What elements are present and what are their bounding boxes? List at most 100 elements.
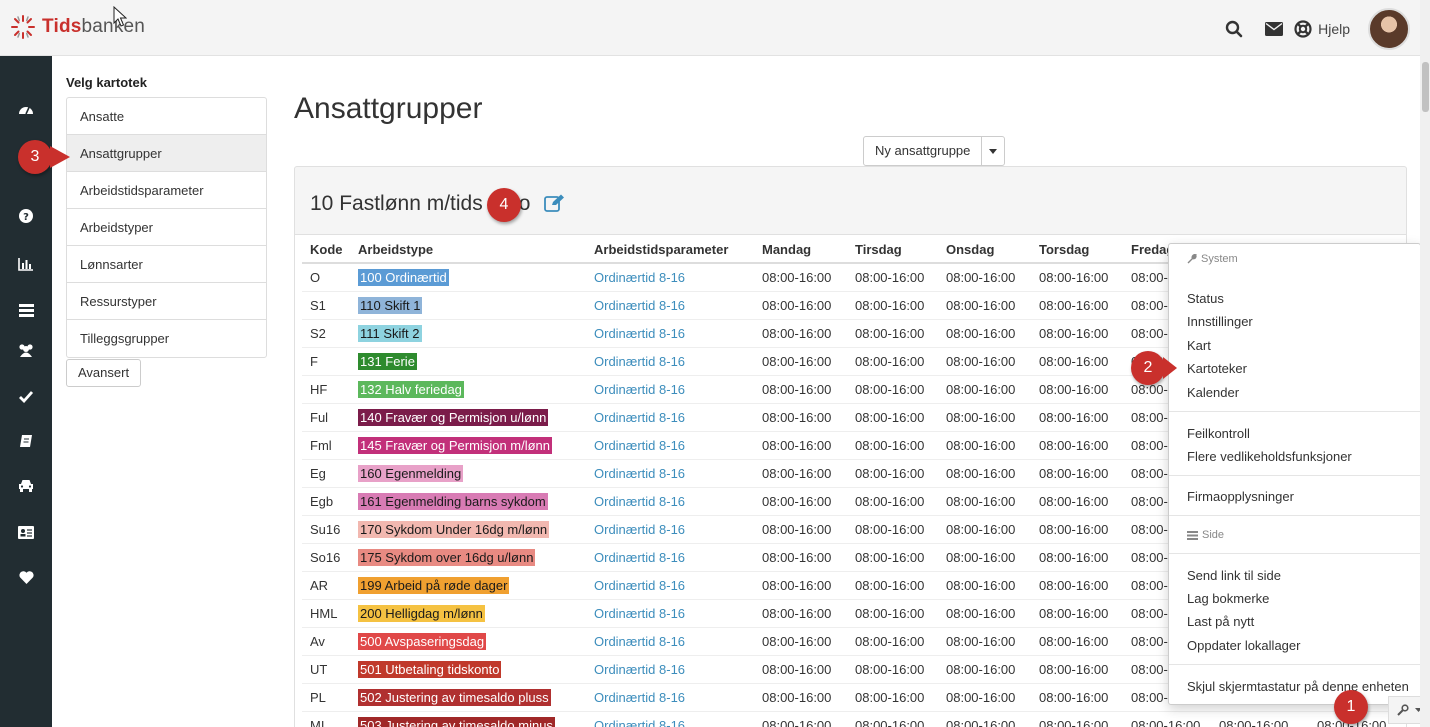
tools-dropdown-menu: System Status Innstillinger Kart Kartote… xyxy=(1168,243,1421,705)
cell-arbeidstidsparameter-link[interactable]: Ordinærtid 8-16 xyxy=(586,262,754,291)
menu-item-feilkontroll[interactable]: Feilkontroll xyxy=(1187,426,1250,441)
cell-time: 08:00-16:00 xyxy=(847,542,938,571)
id-card-icon[interactable] xyxy=(0,514,52,550)
cell-kode: HML xyxy=(302,598,350,627)
cell-time: 08:00-16:00 xyxy=(847,486,938,515)
arbeidstype-tag: 175 Sykdom over 16dg u/lønn xyxy=(358,548,536,566)
cell-time: 08:00-16:00 xyxy=(754,458,847,487)
envelope-icon[interactable] xyxy=(1254,9,1294,49)
cell-arbeidstidsparameter-link[interactable]: Ordinærtid 8-16 xyxy=(586,626,754,655)
kartotek-item-arbeidstyper[interactable]: Arbeidstyper xyxy=(67,209,266,246)
cell-time: 08:00-16:00 xyxy=(847,654,938,683)
menu-item-skjul-skjermtastatur[interactable]: Skjul skjermtastatur på denne enheten xyxy=(1187,679,1409,694)
menu-item-flere-vedlikehold[interactable]: Flere vedlikeholdsfunksjoner xyxy=(1187,449,1352,464)
cell-time: 08:00-16:00 xyxy=(938,626,1031,655)
arbeidstype-tag: 501 Utbetaling tidskonto xyxy=(358,660,502,678)
col-header-kode[interactable]: Kode xyxy=(302,236,350,264)
kartotek-item-ansatte[interactable]: Ansatte xyxy=(67,98,266,135)
cell-time: 08:00-16:00 xyxy=(1031,654,1123,683)
cell-arbeidstidsparameter-link[interactable]: Ordinærtid 8-16 xyxy=(586,682,754,711)
cell-kode: Egb xyxy=(302,486,350,515)
col-header-tirsdag[interactable]: Tirsdag xyxy=(847,236,938,264)
top-actions: Hjelp xyxy=(1214,8,1410,50)
help-link[interactable]: Hjelp xyxy=(1294,20,1350,38)
col-header-torsdag[interactable]: Torsdag xyxy=(1031,236,1123,264)
arbeidstype-tag: 161 Egenmelding barns sykdom xyxy=(358,492,548,510)
table-row[interactable]: MI 503 Justering av timesaldo minus Ordinæ… xyxy=(302,710,1389,727)
cell-arbeidstidsparameter-link[interactable]: Ordinærtid 8-16 xyxy=(586,598,754,627)
menu-item-lag-bokmerke[interactable]: Lag bokmerke xyxy=(1187,591,1269,606)
cell-time: 08:00-16:00 xyxy=(1031,430,1123,459)
cell-arbeidstype: 111 Skift 2 xyxy=(350,318,586,347)
kartotek-item-ansattgrupper[interactable]: Ansattgrupper xyxy=(67,135,266,172)
cell-time: 08:00-16:00 xyxy=(1031,514,1123,543)
book-icon[interactable] xyxy=(0,423,52,459)
bar-chart-icon[interactable] xyxy=(0,246,52,282)
cell-time: 08:00-16:00 xyxy=(754,598,847,627)
kartotek-item-arbeidstidsparameter[interactable]: Arbeidstidsparameter xyxy=(67,172,266,209)
kartotek-item-lonnsarter[interactable]: Lønnsarter xyxy=(67,246,266,283)
heart-icon[interactable] xyxy=(0,559,52,595)
cell-time: 08:00-16:00 xyxy=(754,430,847,459)
col-header-arbeidstidsparameter[interactable]: Arbeidstidsparameter xyxy=(586,236,754,264)
page-title: Ansattgrupper xyxy=(294,92,483,125)
cell-time: 08:00-16:00 xyxy=(938,486,1031,515)
menu-item-kalender[interactable]: Kalender xyxy=(1187,385,1239,400)
cell-time: 08:00-16:00 xyxy=(938,570,1031,599)
cell-arbeidstidsparameter-link[interactable]: Ordinærtid 8-16 xyxy=(586,514,754,543)
cell-arbeidstidsparameter-link[interactable]: Ordinærtid 8-16 xyxy=(586,458,754,487)
menu-item-oppdater-lokallager[interactable]: Oppdater lokallager xyxy=(1187,638,1300,653)
menu-item-send-link[interactable]: Send link til side xyxy=(1187,568,1281,583)
cell-arbeidstidsparameter-link[interactable]: Ordinærtid 8-16 xyxy=(586,290,754,319)
cell-kode: O xyxy=(302,262,350,291)
cell-arbeidstidsparameter-link[interactable]: Ordinærtid 8-16 xyxy=(586,318,754,347)
cell-arbeidstidsparameter-link[interactable]: Ordinærtid 8-16 xyxy=(586,346,754,375)
cell-kode: Fml xyxy=(302,430,350,459)
menu-item-last-pa-nytt[interactable]: Last på nytt xyxy=(1187,614,1254,629)
col-header-mandag[interactable]: Mandag xyxy=(754,236,847,264)
cell-arbeidstidsparameter-link[interactable]: Ordinærtid 8-16 xyxy=(586,654,754,683)
menu-item-status[interactable]: Status xyxy=(1187,291,1224,306)
menu-item-innstillinger[interactable]: Innstillinger xyxy=(1187,314,1253,329)
cell-arbeidstidsparameter-link[interactable]: Ordinærtid 8-16 xyxy=(586,710,754,727)
col-header-onsdag[interactable]: Onsdag xyxy=(938,236,1031,264)
chevron-down-icon[interactable] xyxy=(982,137,1004,165)
cell-time: 08:00-16:00 xyxy=(938,402,1031,431)
cell-time: 08:00-16:00 xyxy=(847,710,938,727)
list-icon[interactable] xyxy=(0,292,52,328)
checkmark-icon[interactable] xyxy=(0,379,52,415)
menu-item-kart[interactable]: Kart xyxy=(1187,338,1211,353)
arbeidstype-tag: 100 Ordinærtid xyxy=(358,268,449,286)
user-avatar[interactable] xyxy=(1368,8,1410,50)
car-icon[interactable] xyxy=(0,467,52,503)
callout-badge-4: 4 xyxy=(487,188,521,222)
cell-time: 08:00-16:00 xyxy=(847,290,938,319)
menu-item-firmaopplysninger[interactable]: Firmaopplysninger xyxy=(1187,489,1294,504)
question-icon[interactable]: ? xyxy=(0,198,52,234)
edit-icon[interactable] xyxy=(544,194,566,215)
advanced-button[interactable]: Avansert xyxy=(66,359,142,387)
cell-time: 08:00-16:00 xyxy=(1031,570,1123,599)
cell-arbeidstidsparameter-link[interactable]: Ordinærtid 8-16 xyxy=(586,486,754,515)
new-group-button[interactable]: Ny ansattgruppe xyxy=(864,137,983,165)
col-header-arbeidstype[interactable]: Arbeidstype xyxy=(350,236,586,264)
cell-time: 08:00-16:00 xyxy=(847,598,938,627)
search-icon[interactable] xyxy=(1214,9,1254,49)
cell-arbeidstidsparameter-link[interactable]: Ordinærtid 8-16 xyxy=(586,374,754,403)
dashboard-icon[interactable] xyxy=(0,91,52,127)
cell-arbeidstidsparameter-link[interactable]: Ordinærtid 8-16 xyxy=(586,402,754,431)
cell-arbeidstidsparameter-link[interactable]: Ordinærtid 8-16 xyxy=(586,542,754,571)
menu-item-kartoteker[interactable]: Kartoteker xyxy=(1187,361,1247,376)
logo-sunburst-icon xyxy=(10,14,36,40)
cell-time: 08:00-16:00 xyxy=(847,262,938,291)
cell-time: 08:00-16:00 xyxy=(1031,710,1123,727)
scrollbar-thumb[interactable] xyxy=(1422,62,1429,112)
kartotek-item-tilleggsgrupper[interactable]: Tilleggsgrupper xyxy=(67,320,266,357)
cell-time: 08:00-16:00 xyxy=(1031,374,1123,403)
kartotek-item-ressurstyper[interactable]: Ressurstyper xyxy=(67,283,266,320)
cell-arbeidstype: 200 Helligdag m/lønn xyxy=(350,598,586,627)
menu-divider xyxy=(1169,411,1420,412)
cell-arbeidstidsparameter-link[interactable]: Ordinærtid 8-16 xyxy=(586,570,754,599)
users-icon[interactable] xyxy=(0,332,52,368)
cell-arbeidstidsparameter-link[interactable]: Ordinærtid 8-16 xyxy=(586,430,754,459)
